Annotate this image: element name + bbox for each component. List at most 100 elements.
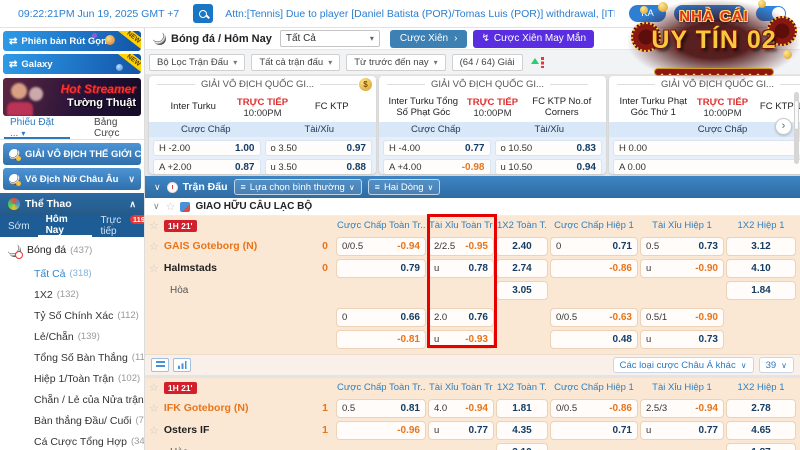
- odds-cell[interactable]: -0.86: [551, 260, 637, 277]
- market-select[interactable]: Tất Cả▾: [280, 30, 380, 47]
- live-toggle[interactable]: [756, 6, 786, 21]
- odds-cell[interactable]: 0.50.73: [641, 238, 723, 255]
- odds-cell[interactable]: 3.05: [497, 282, 547, 299]
- odds-cell[interactable]: 4.0-0.94: [429, 400, 493, 417]
- all-matches-dropdown[interactable]: Tất cả trận đấu▾: [251, 54, 340, 71]
- top-button-2[interactable]: [674, 5, 746, 22]
- favorite-star-icon[interactable]: ☆: [166, 200, 176, 213]
- banner-galaxy[interactable]: ⇄ Galaxy NEW: [3, 54, 141, 74]
- top-button-1[interactable]: KA: [629, 5, 666, 22]
- sidebar-item-1x2[interactable]: 1X2(132): [0, 284, 144, 305]
- tab-early[interactable]: Sớm: [0, 215, 38, 237]
- odds-cell[interactable]: u0.73: [641, 331, 723, 348]
- sort-mode-dropdown[interactable]: ≡Lựa chọn bình thường∨: [234, 179, 362, 195]
- favorite-star-icon[interactable]: ☆: [149, 402, 159, 415]
- chevron-down-icon[interactable]: ∨: [153, 201, 160, 212]
- scrollbar-thumb[interactable]: [794, 100, 799, 130]
- odds-cell[interactable]: 2.74: [497, 260, 547, 277]
- odds-cell[interactable]: 0.50.81: [337, 400, 425, 417]
- banner-compact-version[interactable]: ⇄ Phiên bản Rút Gọn NEW: [3, 31, 141, 51]
- favorite-star-icon[interactable]: ☆: [149, 381, 159, 394]
- favorite-star-icon[interactable]: ☆: [149, 424, 159, 437]
- sidebar-item-womens-euro[interactable]: Võ Địch Nữ Châu Âu ∨: [3, 168, 141, 190]
- odds-cell[interactable]: 0.79: [337, 260, 425, 277]
- odds-cell[interactable]: 2.00.76: [429, 309, 493, 326]
- lucky-parlay-button[interactable]: ↯Cược Xiên May Mắn: [473, 30, 594, 48]
- odds-cell[interactable]: u-0.90: [641, 260, 723, 277]
- carousel-scrollbar[interactable]: [794, 92, 799, 164]
- odds-cell[interactable]: H 0.00: [613, 140, 800, 156]
- odds-cell[interactable]: 3.10: [497, 444, 547, 450]
- chart-view-button[interactable]: [173, 358, 191, 372]
- bet-count-dropdown[interactable]: 39∨: [759, 357, 794, 373]
- time-range-dropdown[interactable]: Từ trước đến nay▾: [346, 54, 445, 71]
- sidebar-item-football[interactable]: Bóng đá (437): [0, 237, 144, 263]
- tab-today[interactable]: Hôm Nay: [38, 215, 93, 237]
- odds-cell[interactable]: 4.10: [727, 260, 795, 277]
- odds-cell[interactable]: 3.12: [727, 238, 795, 255]
- odds-cell[interactable]: A +2.000.87: [153, 159, 261, 174]
- sidebar-item-ch-n-l-c-a-n-a-tr-n-t-[interactable]: Chẵn / Lẻ của Nửa trận/T...(98): [0, 389, 144, 410]
- odds-cell[interactable]: 00.71: [551, 238, 637, 255]
- odds-cell[interactable]: 00.66: [337, 309, 425, 326]
- sidebar-item-t-s-ch-nh-x-c[interactable]: Tỷ Số Chính Xác(112): [0, 305, 144, 326]
- odds-cell[interactable]: 2.40: [497, 238, 547, 255]
- tab-live[interactable]: Trực tiếp119: [92, 215, 144, 237]
- tab-bet-slip[interactable]: Phiếu Đặt ...▾: [10, 117, 70, 139]
- banner-hot-streamer[interactable]: Hot Streamer Tường Thuật: [3, 78, 141, 116]
- odds-cell[interactable]: o 10.500.83: [495, 140, 603, 156]
- odds-cell[interactable]: 0.71: [551, 422, 637, 439]
- sidebar-item-world-championship[interactable]: GIẢI VÔ ĐỊCH THẾ GIỚI C... ∨: [3, 143, 141, 165]
- sort-icon[interactable]: [531, 56, 545, 69]
- match-filter-dropdown[interactable]: Bộ Lọc Trận Đấu▾: [149, 54, 245, 71]
- favorite-star-icon[interactable]: ☆: [149, 262, 159, 275]
- favorite-star-icon[interactable]: ☆: [149, 240, 159, 253]
- odds-cell[interactable]: 2.78: [727, 400, 795, 417]
- sidebar-item-sports[interactable]: Thể Thao ∧: [0, 193, 144, 215]
- odds-cell[interactable]: 4.65: [727, 422, 795, 439]
- parlay-button[interactable]: Cược Xiên›: [390, 30, 468, 48]
- odds-cell[interactable]: 0.5/1-0.90: [641, 309, 723, 326]
- odds-value: 0.73: [699, 334, 718, 345]
- odds-cell[interactable]: -0.96: [337, 422, 425, 439]
- sidebar-item-l-ch-n[interactable]: Lẻ/Chẵn(139): [0, 326, 144, 347]
- odds-cell[interactable]: u0.77: [641, 422, 723, 439]
- odds-cell[interactable]: 0/0.5-0.63: [551, 309, 637, 326]
- odds-cell[interactable]: A 0.00-: [613, 159, 800, 174]
- odds-cell[interactable]: H -4.000.77: [383, 140, 491, 156]
- odds-cell[interactable]: 0/0.5-0.86: [551, 400, 637, 417]
- sidebar-item-t-t-c-[interactable]: Tất Cả(318): [0, 263, 144, 284]
- sidebar-item-b-n-th-ng-u-cu-i[interactable]: Bàn thắng Đầu/ Cuối(78): [0, 410, 144, 431]
- sidebar-item-c-c-c-t-ng-h-p[interactable]: Cá Cược Tổng Hợp(343): [0, 431, 144, 450]
- league-section-row[interactable]: ∨ ☆ GIAO HỮU CÂU LẠC BỘ: [145, 198, 800, 216]
- display-mode-dropdown[interactable]: ≡Hai Dòng∨: [368, 179, 441, 195]
- odds-cell[interactable]: -0.81: [337, 331, 425, 348]
- odds-cell[interactable]: 1.87: [727, 444, 795, 450]
- sidebar-item-t-ng-s-b-n-th-ng[interactable]: Tổng Số Bàn Thắng(112): [0, 347, 144, 368]
- favorite-star-icon[interactable]: ☆: [149, 219, 159, 232]
- carousel-next-button[interactable]: ›: [775, 118, 792, 135]
- rows-view-button[interactable]: [151, 358, 169, 372]
- odds-cell[interactable]: 1.81: [497, 400, 547, 417]
- chevron-down-icon[interactable]: ∨: [154, 182, 161, 193]
- odds-cell[interactable]: 4.35: [497, 422, 547, 439]
- sidebar-item-hi-p-1-to-n-tr-n[interactable]: Hiệp 1/Toàn Trận(102): [0, 368, 144, 389]
- odds-cell[interactable]: 0.48: [551, 331, 637, 348]
- odds-cell[interactable]: H -2.001.00: [153, 140, 261, 156]
- tab-bet-list[interactable]: Bảng Cược: [94, 117, 144, 139]
- odds-cell[interactable]: u0.77: [429, 422, 493, 439]
- odds-cell[interactable]: 1.84: [727, 282, 795, 299]
- search-button[interactable]: [193, 4, 213, 23]
- odds-cell[interactable]: 0/0.5-0.94: [337, 238, 425, 255]
- odds-cell[interactable]: 2.5/3-0.94: [641, 400, 723, 417]
- more-asian-bets-dropdown[interactable]: Các loại cược Châu Á khác∨: [613, 357, 754, 373]
- league-count-button[interactable]: (64 / 64) Giải: [452, 54, 523, 71]
- odds-cell[interactable]: u-0.93: [429, 331, 493, 348]
- odds-cell[interactable]: u 3.500.88: [265, 159, 373, 174]
- odds-cell[interactable]: A +4.00-0.98: [383, 159, 491, 174]
- odds-cell[interactable]: u 10.500.94: [495, 159, 603, 174]
- odds-cell[interactable]: 2/2.5-0.95: [429, 238, 493, 255]
- odds-cell[interactable]: o 3.500.97: [265, 140, 373, 156]
- odds-cell[interactable]: u0.78: [429, 260, 493, 277]
- bet-count-value: 39: [766, 360, 777, 371]
